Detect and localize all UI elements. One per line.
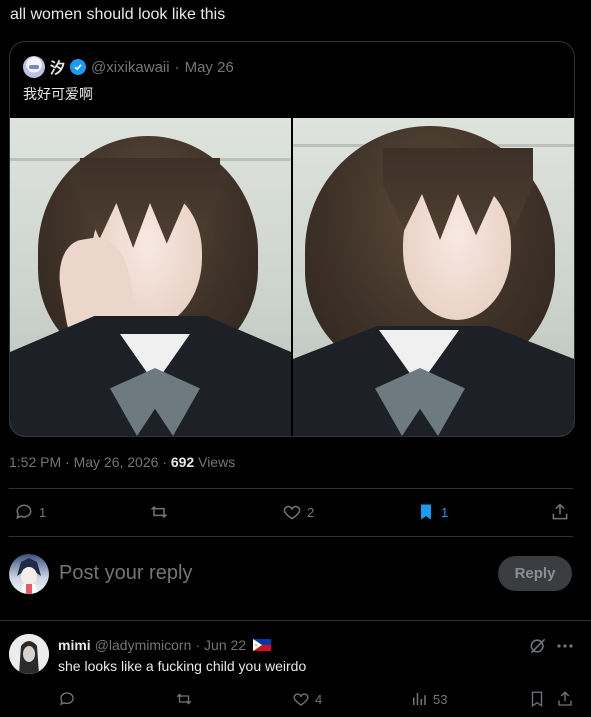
reply-input[interactable]: Post your reply (59, 562, 192, 585)
views-count: 692 (170, 454, 195, 470)
avatar-illustration (17, 558, 41, 594)
quoted-date[interactable]: May 26 (185, 59, 234, 76)
bookmark-count: 1 (441, 504, 449, 520)
quoted-tweet-header: 汐 @xixikawaii · May 26 (23, 56, 234, 78)
reply-icon (16, 504, 32, 520)
like-icon (293, 693, 309, 706)
views-icon (413, 693, 426, 705)
quoted-avatar[interactable] (23, 56, 45, 78)
commenter-avatar[interactable] (9, 634, 49, 674)
comment-share-button[interactable] (556, 690, 574, 708)
comment-bookmark-button[interactable] (528, 690, 546, 708)
like-icon (283, 505, 301, 520)
reply-icon (59, 692, 74, 706)
divider (9, 488, 573, 489)
bookmark-button[interactable]: 1 (416, 502, 448, 522)
comment-text: she looks like a fucking child you weird… (58, 658, 307, 674)
comment-date[interactable]: Jun 22 (204, 637, 246, 653)
commenter-name[interactable]: mimi (58, 637, 91, 653)
comment-like-button[interactable]: 4 (292, 690, 322, 708)
comment-like-count: 4 (315, 691, 323, 707)
separator-dot: · (174, 58, 180, 76)
share-button[interactable] (550, 502, 570, 522)
retweet-icon (176, 693, 192, 705)
reply-button[interactable]: 1 (14, 502, 46, 522)
comment-view-count: 53 (433, 691, 448, 707)
views-label: Views (198, 454, 236, 470)
tweet-text: all women should look like this (10, 6, 226, 23)
post-timestamp[interactable]: 1:52 PM · May 26, 2026 · (9, 454, 167, 470)
comment-repost-button[interactable] (174, 690, 194, 708)
share-icon (552, 503, 568, 520)
flag-ph-icon (253, 639, 272, 651)
repost-button[interactable] (148, 502, 170, 522)
bookmark-icon (421, 504, 431, 520)
comment-header: mimi @ladymimicorn · Jun 22 (58, 637, 272, 653)
divider (0, 620, 591, 621)
bookmark-icon (531, 691, 543, 708)
share-icon (558, 691, 572, 706)
photo-right[interactable] (293, 118, 574, 436)
user-avatar[interactable] (9, 554, 49, 594)
quoted-text: 我好可爱啊 (23, 86, 93, 102)
divider (9, 536, 573, 537)
quoted-tweet[interactable]: 汐 @xixikawaii · May 26 我好可爱啊 (9, 41, 575, 437)
quoted-display-name[interactable]: 汐 (50, 57, 65, 78)
commenter-handle[interactable]: @ladymimicorn (95, 637, 192, 653)
reply-count: 1 (39, 504, 47, 520)
more-icon[interactable] (556, 636, 574, 661)
like-button[interactable]: 2 (282, 502, 314, 522)
like-count: 2 (307, 504, 315, 520)
avatar-illustration (9, 634, 49, 674)
verified-badge-icon (70, 59, 87, 75)
reply-submit-button[interactable]: Reply (498, 556, 572, 591)
retweet-icon (150, 505, 168, 519)
quoted-handle[interactable]: @xixikawaii (91, 59, 170, 76)
grok-icon[interactable] (528, 636, 548, 661)
photo-left[interactable] (10, 118, 291, 436)
comment-views[interactable]: 53 (410, 690, 447, 708)
separator-dot: · (195, 637, 201, 653)
comment-reply-button[interactable] (58, 690, 76, 708)
post-meta: 1:52 PM · May 26, 2026 · 692 Views (9, 454, 235, 470)
